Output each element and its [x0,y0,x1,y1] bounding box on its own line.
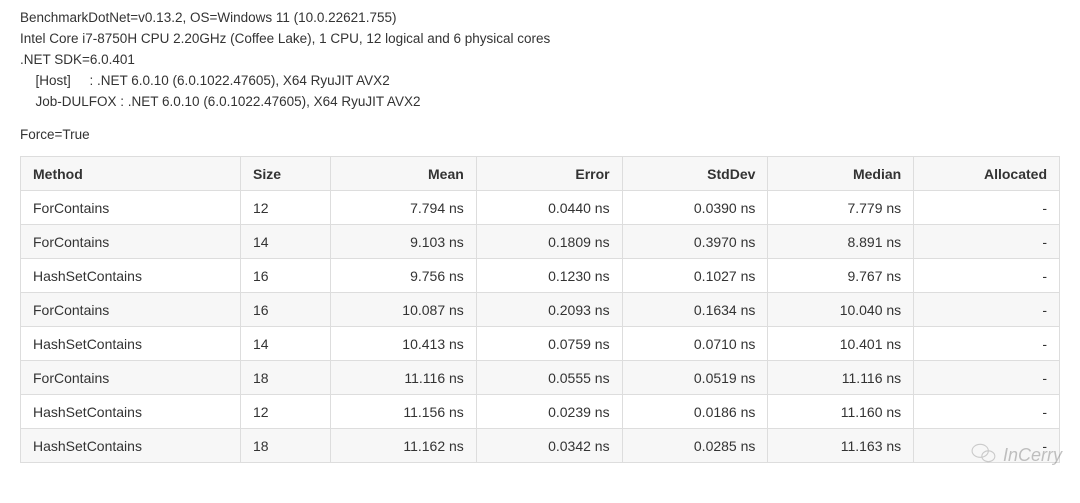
cell-size: 14 [241,224,331,258]
cell-mean: 9.103 ns [331,224,477,258]
table-row: HashSetContains 12 11.156 ns 0.0239 ns 0… [21,394,1060,428]
cell-median: 8.891 ns [768,224,914,258]
cell-stddev: 0.0285 ns [622,428,768,462]
env-line-benchmarkdotnet: BenchmarkDotNet=v0.13.2, OS=Windows 11 (… [20,8,1060,29]
cell-size: 12 [241,190,331,224]
cell-stddev: 0.1634 ns [622,292,768,326]
cell-method: HashSetContains [21,428,241,462]
cell-method: ForContains [21,292,241,326]
env-line-sdk: .NET SDK=6.0.401 [20,50,1060,71]
cell-mean: 10.413 ns [331,326,477,360]
cell-method: HashSetContains [21,394,241,428]
col-header-size: Size [241,156,331,190]
table-row: ForContains 16 10.087 ns 0.2093 ns 0.163… [21,292,1060,326]
table-row: ForContains 18 11.116 ns 0.0555 ns 0.051… [21,360,1060,394]
cell-size: 16 [241,292,331,326]
cell-allocated: - [914,224,1060,258]
benchmark-tbody: ForContains 12 7.794 ns 0.0440 ns 0.0390… [21,190,1060,462]
col-header-error: Error [476,156,622,190]
cell-allocated: - [914,190,1060,224]
env-line-host: [Host] : .NET 6.0.10 (6.0.1022.47605), X… [20,71,1060,92]
cell-error: 0.1809 ns [476,224,622,258]
col-header-stddev: StdDev [622,156,768,190]
cell-allocated: - [914,394,1060,428]
cell-median: 11.163 ns [768,428,914,462]
cell-median: 9.767 ns [768,258,914,292]
table-row: ForContains 14 9.103 ns 0.1809 ns 0.3970… [21,224,1060,258]
cell-stddev: 0.0186 ns [622,394,768,428]
cell-method: ForContains [21,224,241,258]
force-param: Force=True [20,127,1060,142]
cell-error: 0.0759 ns [476,326,622,360]
cell-error: 0.0239 ns [476,394,622,428]
cell-stddev: 0.0710 ns [622,326,768,360]
cell-allocated: - [914,292,1060,326]
table-header-row: Method Size Mean Error StdDev Median All… [21,156,1060,190]
table-row: ForContains 12 7.794 ns 0.0440 ns 0.0390… [21,190,1060,224]
cell-allocated: - [914,360,1060,394]
env-line-job: Job-DULFOX : .NET 6.0.10 (6.0.1022.47605… [20,92,1060,113]
cell-size: 14 [241,326,331,360]
col-header-method: Method [21,156,241,190]
cell-method: HashSetContains [21,326,241,360]
environment-info: BenchmarkDotNet=v0.13.2, OS=Windows 11 (… [20,8,1060,113]
cell-allocated: - [914,428,1060,462]
cell-error: 0.0555 ns [476,360,622,394]
cell-size: 18 [241,428,331,462]
cell-stddev: 0.0390 ns [622,190,768,224]
cell-method: ForContains [21,190,241,224]
cell-stddev: 0.3970 ns [622,224,768,258]
cell-method: HashSetContains [21,258,241,292]
cell-size: 12 [241,394,331,428]
cell-allocated: - [914,258,1060,292]
cell-size: 16 [241,258,331,292]
cell-median: 10.040 ns [768,292,914,326]
cell-stddev: 0.0519 ns [622,360,768,394]
table-row: HashSetContains 14 10.413 ns 0.0759 ns 0… [21,326,1060,360]
cell-median: 10.401 ns [768,326,914,360]
cell-size: 18 [241,360,331,394]
cell-median: 7.779 ns [768,190,914,224]
cell-mean: 7.794 ns [331,190,477,224]
benchmark-table: Method Size Mean Error StdDev Median All… [20,156,1060,463]
cell-error: 0.2093 ns [476,292,622,326]
cell-mean: 11.116 ns [331,360,477,394]
cell-error: 0.1230 ns [476,258,622,292]
cell-error: 0.0440 ns [476,190,622,224]
cell-mean: 9.756 ns [331,258,477,292]
col-header-mean: Mean [331,156,477,190]
cell-mean: 11.156 ns [331,394,477,428]
col-header-allocated: Allocated [914,156,1060,190]
cell-error: 0.0342 ns [476,428,622,462]
cell-allocated: - [914,326,1060,360]
cell-median: 11.116 ns [768,360,914,394]
cell-mean: 11.162 ns [331,428,477,462]
table-row: HashSetContains 18 11.162 ns 0.0342 ns 0… [21,428,1060,462]
cell-stddev: 0.1027 ns [622,258,768,292]
cell-method: ForContains [21,360,241,394]
col-header-median: Median [768,156,914,190]
env-line-cpu: Intel Core i7-8750H CPU 2.20GHz (Coffee … [20,29,1060,50]
cell-mean: 10.087 ns [331,292,477,326]
table-row: HashSetContains 16 9.756 ns 0.1230 ns 0.… [21,258,1060,292]
cell-median: 11.160 ns [768,394,914,428]
